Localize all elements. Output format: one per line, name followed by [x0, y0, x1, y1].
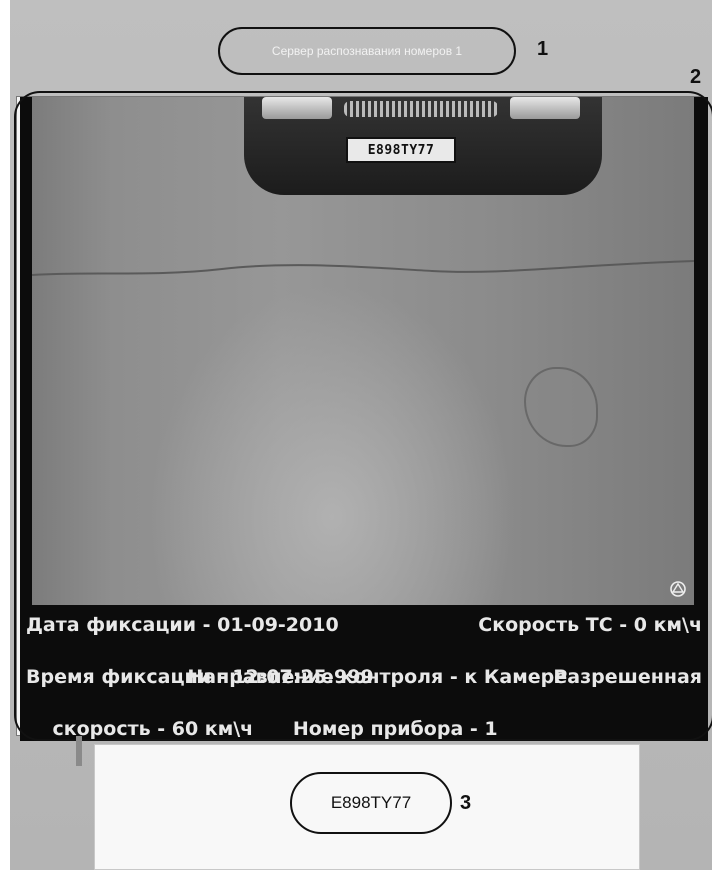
server-title-callout: Сервер распознавания номеров 1: [218, 27, 516, 75]
right-headlight: [510, 97, 580, 119]
panel-divider: [76, 736, 82, 766]
callout-number-3: 3: [460, 792, 472, 814]
pothole-shape: [524, 367, 598, 447]
camera-image: E898TY77: [32, 97, 694, 605]
overlay-capture-date: Дата фиксации - 01-09-2010: [26, 614, 339, 636]
callout-number-2: 2: [690, 66, 702, 88]
car-shape: E898TY77: [244, 97, 602, 195]
overlay-allowed-speed: скорость - 60 км\ч: [52, 718, 254, 740]
camera-logo-icon: [670, 581, 686, 597]
overlay-line-3: Время фиксации - 12:07:25.999 Разрешенна…: [26, 664, 702, 690]
overlay-vehicle-speed: Скорость ТС - 0 км\ч: [478, 614, 702, 636]
overlay-allowed-label: Разрешенная: [553, 666, 702, 688]
server-title: Сервер распознавания номеров 1: [271, 44, 463, 58]
overlay-line-1: Дата фиксации - 01-09-2010 Скорость ТС -…: [26, 612, 702, 638]
camera-video-view[interactable]: E898TY77 Дата фиксации - 01-09-2010 Скор…: [20, 97, 708, 741]
overlay-capture-time: Время фиксации - 12:07:25.999: [26, 666, 374, 688]
overlay-device-number: Номер прибора - 1: [292, 718, 498, 740]
recognized-plate-number[interactable]: E898TY77: [331, 793, 411, 813]
recognized-plate-callout: E898TY77: [290, 772, 452, 834]
license-plate-in-image: E898TY77: [346, 137, 456, 163]
overlay-line-4: скорость - 60 км\ч Номер прибора - 1: [26, 690, 702, 741]
road-crack-shape: [32, 260, 694, 276]
callout-number-1: 1: [537, 38, 549, 60]
car-grille: [344, 101, 498, 117]
left-headlight: [262, 97, 332, 119]
